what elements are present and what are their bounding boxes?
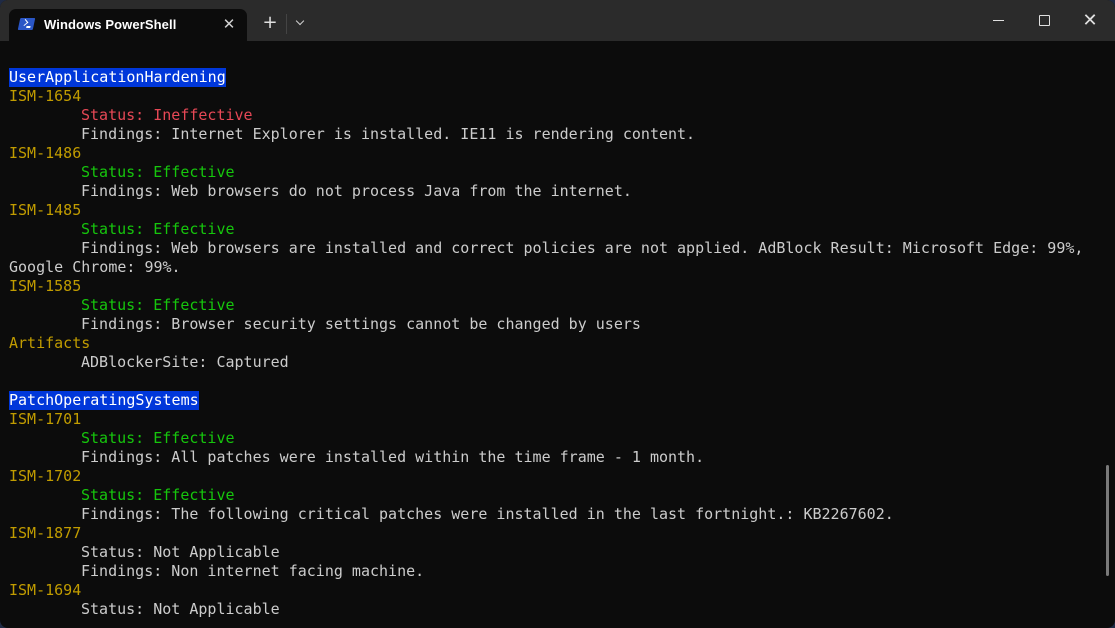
control-id: ISM-1585: [9, 277, 82, 295]
control-id: ISM-1701: [9, 410, 82, 428]
status-text: Status: Effective: [81, 296, 235, 314]
control-id: ISM-1877: [9, 524, 82, 542]
status-text: Status: Ineffective: [81, 106, 253, 124]
control-id: ISM-1486: [9, 144, 82, 162]
section-heading: PatchOperatingSystems: [9, 391, 199, 410]
status-text: Status: Not Applicable: [81, 543, 280, 561]
artifacts-label: Artifacts: [9, 334, 91, 352]
minimize-button[interactable]: [975, 0, 1021, 41]
terminal-window: Windows PowerShell ✕ + ✕ UserApplication…: [0, 0, 1115, 628]
status-text: Status: Effective: [81, 220, 235, 238]
status-text: Status: Effective: [81, 486, 235, 504]
tab-windows-powershell[interactable]: Windows PowerShell ✕: [9, 9, 247, 41]
new-tab-button[interactable]: +: [260, 13, 280, 33]
tab-title: Windows PowerShell: [44, 17, 177, 32]
close-window-button[interactable]: ✕: [1067, 0, 1113, 41]
tab-separator: [286, 14, 287, 34]
control-id: ISM-1485: [9, 201, 82, 219]
chevron-down-icon[interactable]: [291, 13, 309, 33]
findings-text: Findings: Non internet facing machine.: [81, 562, 425, 580]
status-text: Status: Not Applicable: [81, 600, 280, 618]
findings-text: Findings: Internet Explorer is installed…: [81, 125, 696, 143]
vertical-scrollbar-thumb[interactable]: [1106, 465, 1109, 576]
title-bar: Windows PowerShell ✕ + ✕: [0, 0, 1115, 41]
findings-text: Findings: All patches were installed wit…: [81, 448, 705, 466]
findings-text: Findings: Browser security settings cann…: [81, 315, 641, 333]
status-text: Status: Effective: [81, 163, 235, 181]
powershell-icon: [17, 18, 36, 30]
control-id: ISM-1694: [9, 581, 82, 599]
section-heading: UserApplicationHardening: [9, 68, 226, 87]
findings-text: Findings: The following critical patches…: [81, 505, 894, 523]
control-id: ISM-1702: [9, 467, 82, 485]
maximize-button[interactable]: [1021, 0, 1067, 41]
findings-text: Findings: Web browsers do not process Ja…: [81, 182, 632, 200]
control-id: ISM-1654: [9, 87, 82, 105]
findings-text-wrap: Google Chrome: 99%.: [9, 258, 181, 276]
findings-text: Findings: Web browsers are installed and…: [81, 239, 1084, 257]
close-tab-icon[interactable]: ✕: [219, 14, 239, 34]
terminal-output[interactable]: UserApplicationHardening ISM-1654 Status…: [0, 41, 1100, 628]
artifact-item: ADBlockerSite: Captured: [81, 353, 289, 371]
status-text: Status: Effective: [81, 429, 235, 447]
